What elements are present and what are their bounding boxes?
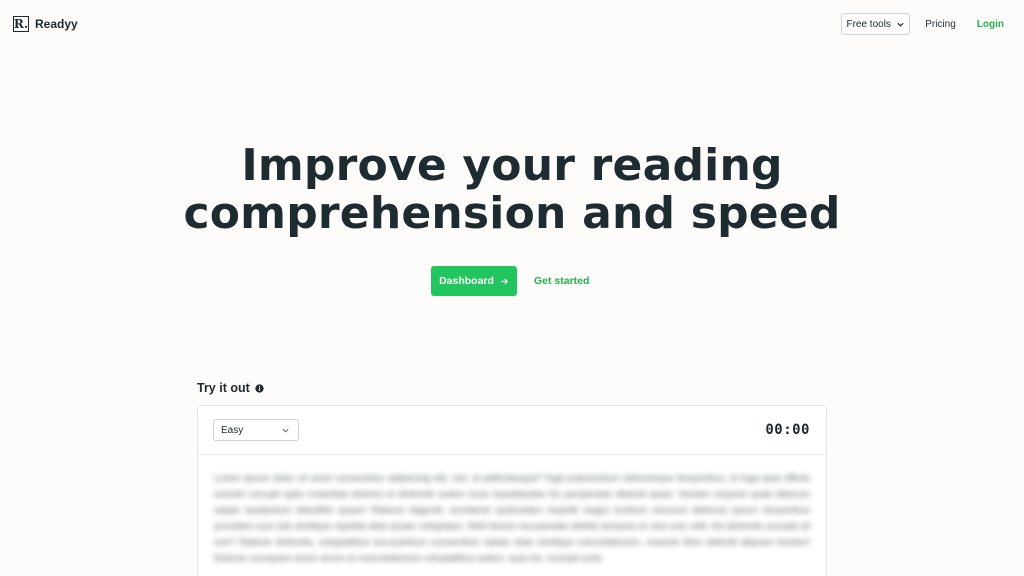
chevron-down-icon xyxy=(897,22,904,27)
brand-name: Readyy xyxy=(35,17,78,31)
timer-display: 00:00 xyxy=(765,422,810,438)
brand[interactable]: R. Readyy xyxy=(13,16,78,32)
login-link[interactable]: Login xyxy=(977,19,1004,30)
difficulty-select[interactable]: Easy xyxy=(213,419,299,441)
arrow-right-icon xyxy=(501,278,508,284)
reading-test-card: Easy 00:00 Lorem ipsum dolor sit amet co… xyxy=(197,405,827,576)
free-tools-label: Free tools xyxy=(846,18,891,30)
card-header: Easy 00:00 xyxy=(198,406,826,455)
dashboard-button-label: Dashboard xyxy=(439,275,494,287)
hero-title: Improve your reading comprehension and s… xyxy=(0,142,1024,238)
difficulty-selected-value: Easy xyxy=(221,424,244,436)
hero-title-line1: Improve your reading xyxy=(241,140,783,191)
landing-page: R. Readyy Free tools Pricing Login Impro… xyxy=(0,0,1024,576)
reading-passage: Lorem ipsum dolor sit amet consectetur a… xyxy=(214,473,810,564)
logo-icon: R. xyxy=(13,16,29,32)
try-it-out-label: Try it out xyxy=(197,381,250,395)
pricing-link[interactable]: Pricing xyxy=(925,19,956,30)
cta-row: Dashboard Get started xyxy=(431,266,589,296)
dashboard-button[interactable]: Dashboard xyxy=(431,266,517,296)
info-icon[interactable] xyxy=(255,383,264,393)
hero-title-line2: comprehension and speed xyxy=(183,188,841,239)
get-started-link[interactable]: Get started xyxy=(534,275,589,287)
try-it-out-heading: Try it out xyxy=(197,381,264,395)
free-tools-dropdown[interactable]: Free tools xyxy=(841,13,911,35)
nav-menu: Free tools Pricing Login xyxy=(841,13,1004,35)
top-navbar: R. Readyy Free tools Pricing Login xyxy=(0,0,1024,48)
chevron-down-icon xyxy=(282,428,289,433)
